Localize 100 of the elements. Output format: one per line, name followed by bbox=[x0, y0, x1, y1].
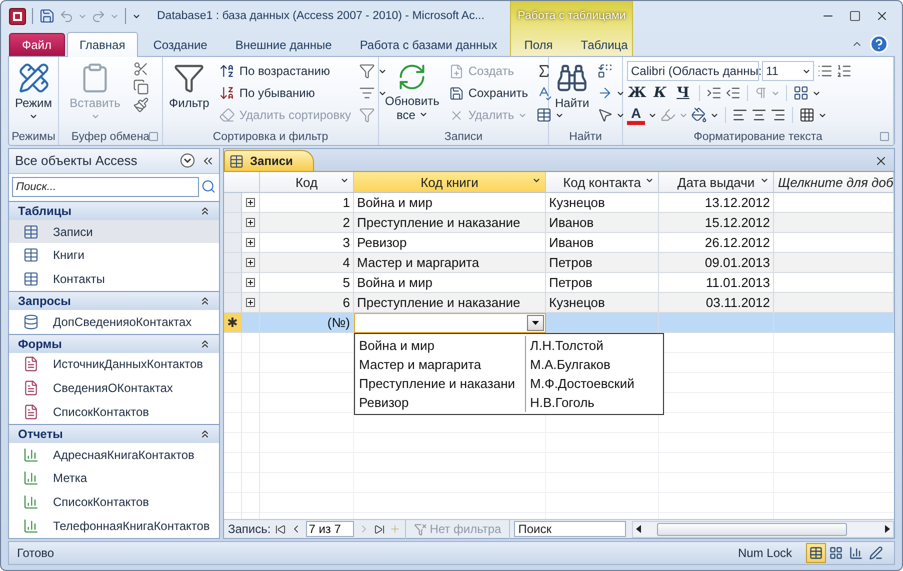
horizontal-scrollbar[interactable] bbox=[632, 520, 894, 538]
ribbon-tab[interactable]: Поля bbox=[511, 33, 566, 56]
underline-button[interactable]: Ч bbox=[673, 83, 693, 103]
chevrons-up-icon[interactable] bbox=[199, 294, 211, 307]
pencil-ruler-icon[interactable] bbox=[18, 62, 50, 94]
ribbon-tab[interactable]: Работа с базами данных bbox=[346, 33, 510, 56]
section-header[interactable]: Отчеты bbox=[9, 424, 219, 443]
caret-icon[interactable] bbox=[340, 176, 349, 185]
caret-icon[interactable] bbox=[29, 112, 38, 121]
list-option[interactable]: Война и мир bbox=[355, 336, 525, 355]
list-option[interactable]: Н.В.Гоголь bbox=[525, 393, 663, 412]
view-button[interactable]: Режим bbox=[13, 60, 54, 126]
new-record-row[interactable]: ✱ (№) bbox=[224, 313, 894, 333]
brush-icon[interactable] bbox=[133, 97, 149, 113]
lookup-field[interactable] bbox=[354, 313, 546, 333]
maximize-icon[interactable] bbox=[849, 10, 861, 22]
indent-icon[interactable] bbox=[706, 85, 722, 101]
dropdown-icon[interactable] bbox=[180, 153, 195, 168]
column-header[interactable]: Код bbox=[260, 172, 354, 193]
document-tab[interactable]: Записи bbox=[224, 150, 314, 171]
sort-descending-icon[interactable] bbox=[219, 85, 236, 101]
save-icon[interactable] bbox=[39, 8, 55, 24]
column-header[interactable]: Дата выдачи bbox=[659, 172, 774, 193]
find-button[interactable]: Найти bbox=[553, 60, 592, 112]
chevrons-up-icon[interactable] bbox=[199, 204, 211, 217]
expand-icon[interactable] bbox=[246, 278, 255, 287]
expand-icon[interactable] bbox=[246, 258, 255, 267]
caret-icon[interactable] bbox=[760, 176, 769, 185]
sort-descending-button[interactable]: По убыванию bbox=[217, 83, 353, 103]
last-record-icon[interactable] bbox=[374, 524, 385, 534]
search-icon[interactable] bbox=[201, 179, 216, 194]
expand-icon[interactable] bbox=[246, 218, 255, 227]
numbered-list-icon[interactable] bbox=[836, 63, 852, 79]
first-record-icon[interactable] bbox=[274, 524, 286, 534]
list-option[interactable]: Ревизор bbox=[355, 393, 525, 412]
ribbon-tab[interactable]: Внешние данные bbox=[222, 33, 345, 56]
sort-ascending-icon[interactable] bbox=[219, 63, 236, 79]
save-button[interactable]: Сохранить bbox=[447, 83, 530, 103]
italic-button[interactable]: К bbox=[650, 83, 670, 103]
save-icon[interactable] bbox=[449, 86, 464, 100]
table-icon[interactable] bbox=[229, 154, 244, 168]
copy-icon[interactable] bbox=[133, 79, 149, 95]
funnel-icon[interactable] bbox=[359, 63, 375, 79]
expand-icon[interactable] bbox=[246, 298, 255, 307]
chevrons-up-icon[interactable] bbox=[199, 428, 211, 440]
column-header[interactable]: Код контакта bbox=[546, 172, 659, 193]
chevrons-up-icon[interactable] bbox=[199, 338, 211, 350]
ribbon-tab[interactable]: Файл bbox=[9, 33, 65, 56]
outdent-icon[interactable] bbox=[725, 85, 741, 101]
font-name-field[interactable]: Calibri (Область данны: bbox=[627, 61, 759, 81]
refresh-all-button[interactable]: Обновить все bbox=[383, 60, 442, 124]
scissors-icon[interactable] bbox=[133, 61, 149, 77]
record-number-field[interactable]: 7 из 7 bbox=[306, 521, 354, 537]
list-option[interactable]: Преступление и наказани bbox=[355, 374, 525, 393]
bold-button[interactable]: Ж bbox=[627, 83, 647, 103]
font-size-field[interactable]: 11 bbox=[762, 61, 814, 81]
list-option[interactable]: М.А.Булгаков bbox=[525, 355, 663, 374]
section-header[interactable]: Запросы bbox=[9, 291, 219, 310]
caret-icon[interactable] bbox=[418, 110, 428, 119]
dropdown-button[interactable] bbox=[527, 315, 544, 331]
refresh-icon[interactable] bbox=[397, 62, 428, 92]
nav-item[interactable]: Записи bbox=[9, 220, 219, 244]
column-header[interactable]: Код книги bbox=[354, 172, 546, 193]
font-color-button[interactable]: A bbox=[627, 105, 645, 125]
ribbon-tab[interactable]: Таблица bbox=[568, 33, 641, 56]
filter-list-icon[interactable] bbox=[359, 85, 375, 101]
section-header[interactable]: Формы bbox=[9, 334, 219, 353]
list-option[interactable]: Л.Н.Толстой bbox=[525, 336, 663, 355]
close-icon[interactable] bbox=[874, 154, 888, 168]
scroll-thumb[interactable] bbox=[657, 522, 848, 536]
caret-icon[interactable] bbox=[532, 321, 539, 325]
caret-icon[interactable] bbox=[532, 176, 541, 185]
align-right-icon[interactable] bbox=[770, 107, 786, 123]
caret-icon[interactable] bbox=[645, 176, 654, 185]
expand-icon[interactable] bbox=[246, 198, 255, 207]
ribbon-tab[interactable]: Создание bbox=[140, 33, 220, 56]
binoculars-icon[interactable] bbox=[556, 62, 588, 94]
paint-bucket-icon[interactable] bbox=[691, 107, 707, 123]
sort-ascending-button[interactable]: По возрастанию bbox=[217, 61, 353, 81]
help-icon[interactable] bbox=[869, 34, 889, 54]
close-icon[interactable] bbox=[875, 9, 889, 23]
pilcrow-icon[interactable] bbox=[754, 86, 768, 100]
list-option[interactable]: Мастер и маргарита bbox=[355, 355, 525, 374]
app-logo-icon[interactable] bbox=[9, 8, 26, 24]
grid-icon[interactable] bbox=[799, 107, 815, 123]
group-label: Режимы bbox=[12, 130, 56, 142]
section-header[interactable]: Таблицы bbox=[9, 200, 219, 220]
replace-icon[interactable] bbox=[597, 63, 614, 79]
align-center-icon[interactable] bbox=[751, 107, 767, 123]
ribbon-tab[interactable]: Главная bbox=[66, 32, 138, 57]
filter-button[interactable]: Фильтр bbox=[167, 60, 212, 112]
align-left-icon[interactable] bbox=[732, 107, 748, 123]
funnel-icon[interactable] bbox=[173, 62, 206, 94]
table-icon[interactable] bbox=[536, 107, 552, 123]
list-option[interactable]: М.Ф.Достоевский bbox=[525, 374, 663, 393]
search-field[interactable]: Поиск... bbox=[12, 176, 199, 197]
pointer-icon[interactable] bbox=[597, 107, 614, 123]
group-label: Записи bbox=[444, 130, 483, 142]
expand-icon[interactable] bbox=[246, 238, 255, 247]
search-field[interactable]: Поиск bbox=[514, 521, 626, 537]
